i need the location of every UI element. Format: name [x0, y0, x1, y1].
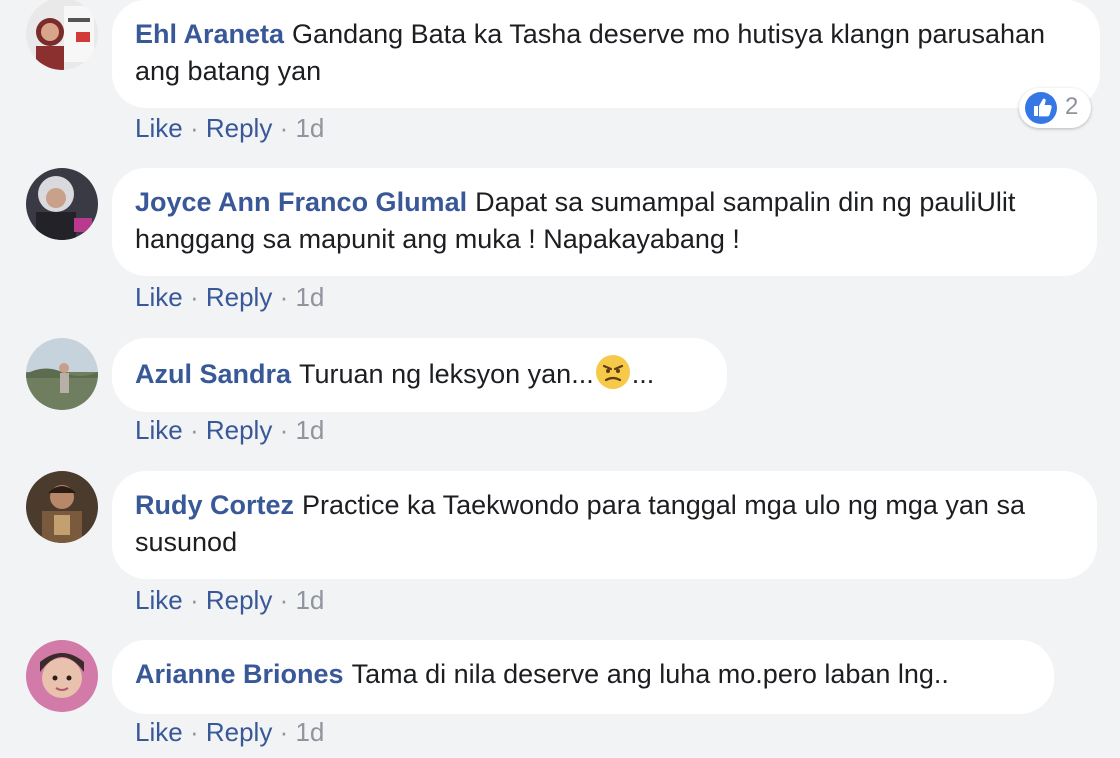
reply-link[interactable]: Reply — [206, 415, 272, 445]
separator: · — [189, 282, 199, 312]
comment-bubble: Rudy Cortez Practice ka Taekwondo para ta… — [112, 471, 1097, 579]
angry-face-icon — [595, 355, 630, 389]
reply-link[interactable]: Reply — [206, 585, 272, 615]
timestamp[interactable]: 1d — [295, 717, 324, 747]
comment-bubble: Azul Sandra Turuan ng leksyon yan... ... — [112, 338, 727, 412]
separator: · — [279, 282, 289, 312]
like-link[interactable]: Like — [135, 113, 183, 143]
separator: · — [189, 113, 199, 143]
comment-text: Tama di nila deserve ang luha mo.pero la… — [351, 659, 949, 689]
comment-author[interactable]: Arianne Briones — [135, 659, 344, 689]
separator: · — [279, 585, 289, 615]
avatar[interactable] — [26, 640, 98, 712]
thumbs-up-icon — [1025, 92, 1057, 124]
comment-author[interactable]: Rudy Cortez — [135, 490, 294, 520]
comment-bubble: Ehl Araneta Gandang Bata ka Tasha deserve… — [112, 0, 1100, 108]
comment-actions: Like · Reply · 1d — [135, 585, 324, 616]
timestamp[interactable]: 1d — [295, 282, 324, 312]
like-link[interactable]: Like — [135, 585, 183, 615]
separator: · — [189, 717, 199, 747]
avatar[interactable] — [26, 168, 98, 240]
reaction-count: 2 — [1065, 93, 1079, 120]
comment-bubble: Arianne Briones Tama di nila deserve ang … — [112, 640, 1054, 714]
separator: · — [279, 113, 289, 143]
separator: · — [279, 717, 289, 747]
avatar[interactable] — [26, 471, 98, 543]
avatar[interactable] — [26, 0, 98, 70]
comment-actions: Like · Reply · 1d — [135, 415, 324, 446]
timestamp[interactable]: 1d — [295, 415, 324, 445]
reply-link[interactable]: Reply — [206, 282, 272, 312]
reply-link[interactable]: Reply — [206, 717, 272, 747]
like-link[interactable]: Like — [135, 282, 183, 312]
comment-author[interactable]: Azul Sandra — [135, 359, 291, 389]
comment-actions: Like · Reply · 1d — [135, 113, 324, 144]
like-link[interactable]: Like — [135, 717, 183, 747]
avatar[interactable] — [26, 338, 98, 410]
comment-bubble: Joyce Ann Franco Glumal Dapat sa sumampal… — [112, 168, 1097, 276]
timestamp[interactable]: 1d — [295, 113, 324, 143]
separator: · — [189, 415, 199, 445]
timestamp[interactable]: 1d — [295, 585, 324, 615]
comment-actions: Like · Reply · 1d — [135, 717, 324, 748]
comment-text: Turuan ng leksyon yan... — [299, 359, 594, 389]
comment-author[interactable]: Ehl Araneta — [135, 19, 284, 49]
comment-actions: Like · Reply · 1d — [135, 282, 324, 313]
comment-author[interactable]: Joyce Ann Franco Glumal — [135, 187, 467, 217]
like-link[interactable]: Like — [135, 415, 183, 445]
reply-link[interactable]: Reply — [206, 113, 272, 143]
reaction-badge[interactable]: 2 — [1019, 88, 1091, 128]
comment-text-suffix: ... — [631, 359, 655, 389]
separator: · — [189, 585, 199, 615]
separator: · — [279, 415, 289, 445]
